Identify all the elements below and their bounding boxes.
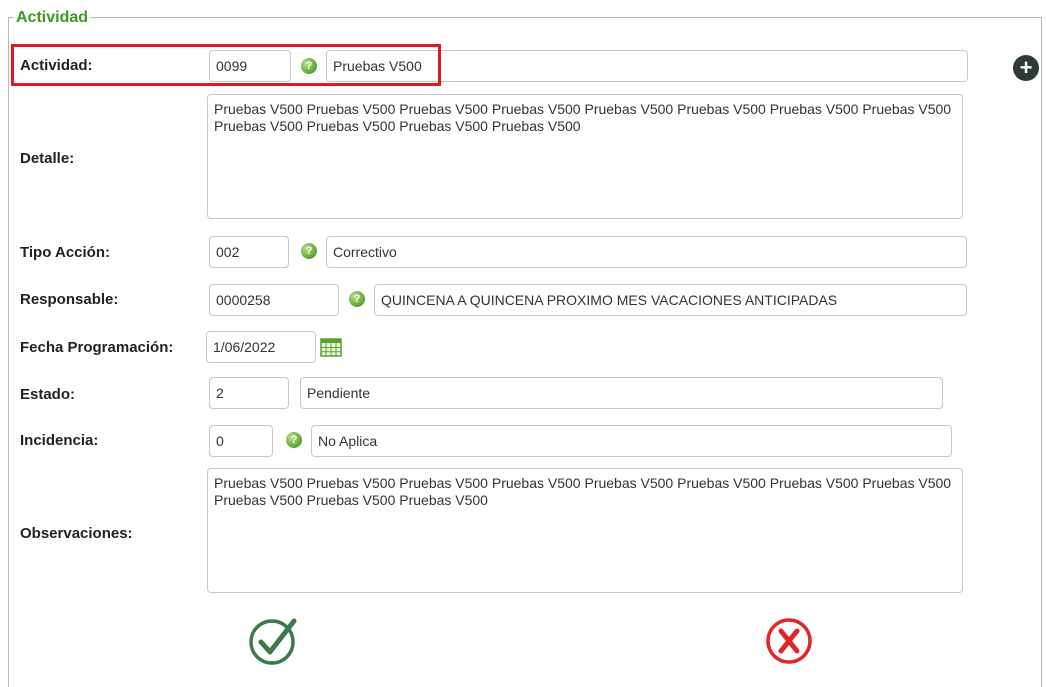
responsable-desc-input[interactable]: QUINCENA A QUINCENA PROXIMO MES VACACION…	[374, 284, 967, 316]
help-icon[interactable]: ?	[301, 243, 317, 259]
section-title: Actividad	[14, 9, 91, 27]
estado-label: Estado:	[20, 386, 76, 403]
incidencia-desc-input[interactable]: No Aplica	[311, 425, 952, 457]
estado-code-input[interactable]: 2	[209, 377, 289, 409]
fecha-programacion-input[interactable]: 1/06/2022	[206, 331, 316, 363]
actividad-desc-input[interactable]: Pruebas V500	[326, 50, 968, 82]
add-circle-icon[interactable]: +	[1013, 55, 1039, 81]
actividad-code-input[interactable]: 0099	[209, 50, 291, 82]
observaciones-label: Observaciones:	[20, 525, 133, 542]
check-circle-icon[interactable]	[248, 615, 300, 667]
incidencia-label: Incidencia:	[20, 432, 99, 449]
help-icon[interactable]: ?	[349, 291, 365, 307]
help-icon[interactable]: ?	[301, 58, 317, 74]
tipo-accion-label: Tipo Acción:	[20, 244, 110, 261]
responsable-label: Responsable:	[20, 291, 119, 308]
help-icon[interactable]: ?	[286, 432, 302, 448]
calendar-icon[interactable]	[320, 337, 342, 357]
x-circle-icon[interactable]	[764, 615, 814, 665]
responsable-code-input[interactable]: 0000258	[209, 284, 339, 316]
actividad-label: Actividad:	[20, 57, 93, 74]
tipo-accion-code-input[interactable]: 002	[209, 236, 289, 268]
fecha-programacion-label: Fecha Programación:	[20, 339, 174, 356]
detalle-textarea[interactable]: Pruebas V500 Pruebas V500 Pruebas V500 P…	[207, 94, 963, 219]
estado-desc-input[interactable]: Pendiente	[300, 377, 943, 409]
tipo-accion-desc-input[interactable]: Correctivo	[326, 236, 967, 268]
incidencia-code-input[interactable]: 0	[209, 425, 273, 457]
observaciones-textarea[interactable]: Pruebas V500 Pruebas V500 Pruebas V500 P…	[207, 468, 963, 593]
detalle-label: Detalle:	[20, 150, 75, 167]
